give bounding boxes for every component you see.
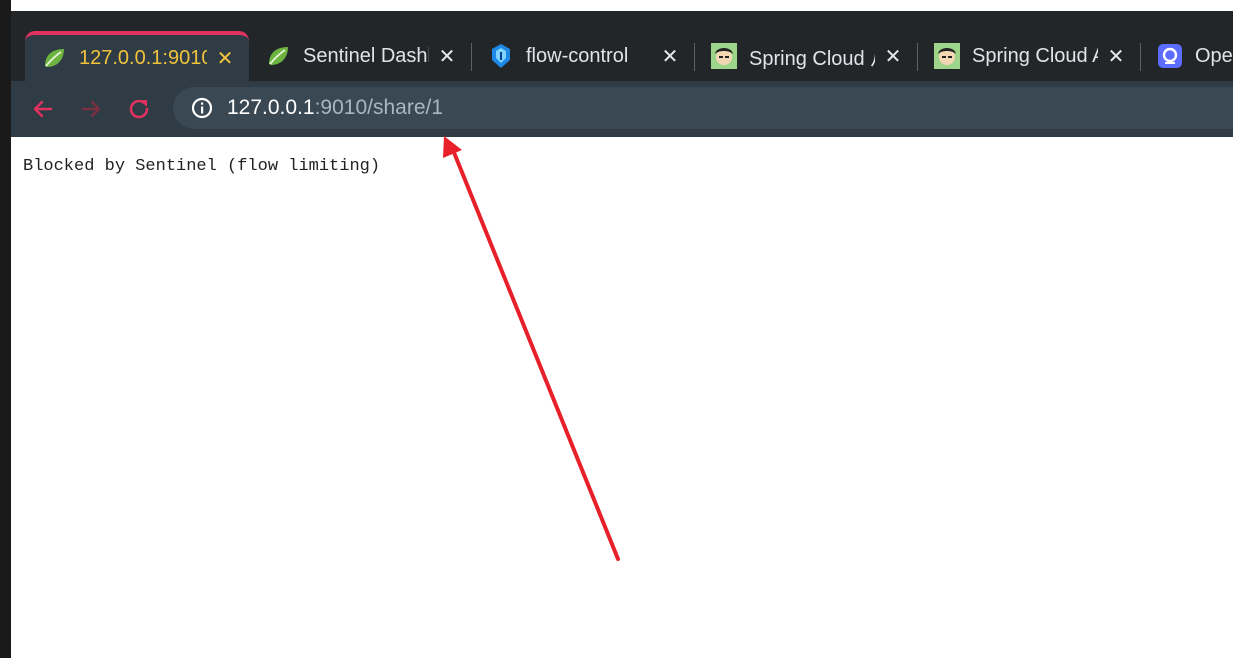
close-tab-icon[interactable]: ✕ — [660, 44, 680, 69]
browser-window: 127.0.0.1:9010/ ✕ Sentinel Dashb ✕ flow-… — [11, 11, 1233, 658]
blocked-message: Blocked by Sentinel (flow limiting) — [23, 157, 381, 176]
tab-title: Sentinel Dashb — [303, 44, 429, 67]
close-tab-icon[interactable]: ✕ — [883, 44, 903, 69]
tab-title: Spring Cloud A — [972, 44, 1098, 67]
spring-leaf-icon — [265, 43, 291, 69]
window-top-edge — [0, 0, 1233, 11]
tab-spring-cloud-2[interactable]: Spring Cloud A ✕ — [918, 31, 1140, 81]
url-host: 127.0.0.1 — [227, 96, 315, 119]
avatar-icon — [711, 43, 737, 69]
tab-title: Oper — [1195, 44, 1233, 67]
close-tab-icon[interactable]: ✕ — [437, 44, 457, 69]
reload-icon — [129, 99, 149, 119]
address-bar[interactable]: 127.0.0.1:9010/share/1 — [173, 87, 1233, 129]
close-tab-icon[interactable]: ✕ — [215, 46, 235, 71]
page-content: Blocked by Sentinel (flow limiting) — [11, 137, 1233, 658]
forward-button[interactable] — [73, 91, 109, 127]
url-path: :9010/share/1 — [314, 96, 444, 119]
forward-arrow-icon — [81, 100, 101, 118]
tab-sentinel-dashboard[interactable]: Sentinel Dashb ✕ — [249, 31, 471, 81]
spring-leaf-icon — [41, 45, 67, 71]
dragonwell-shield-icon — [488, 43, 514, 69]
tab-title: flow-control — [526, 44, 629, 67]
tab-title: 127.0.0.1:9010/ — [79, 46, 207, 69]
info-icon[interactable] — [189, 95, 215, 121]
tab-localhost-share[interactable]: 127.0.0.1:9010/ ✕ — [25, 31, 249, 81]
reload-button[interactable] — [121, 91, 157, 127]
tab-spring-cloud-1[interactable]: Spring Cloud 从 ✕ — [695, 31, 917, 81]
browser-toolbar: 127.0.0.1:9010/share/1 — [11, 81, 1233, 137]
close-tab-icon[interactable]: ✕ — [1106, 44, 1126, 69]
window-left-edge — [0, 0, 11, 658]
url-text[interactable]: 127.0.0.1:9010/share/1 — [227, 96, 443, 120]
tab-openwrite[interactable]: Oper — [1141, 31, 1233, 81]
tab-title: Spring Cloud 从 — [749, 47, 875, 70]
back-arrow-icon — [33, 100, 53, 118]
back-button[interactable] — [25, 91, 61, 127]
avatar-icon — [934, 43, 960, 69]
tab-flow-control[interactable]: flow-control ✕ — [472, 31, 694, 81]
openwrite-icon — [1157, 43, 1183, 69]
tab-strip: 127.0.0.1:9010/ ✕ Sentinel Dashb ✕ flow-… — [11, 11, 1233, 81]
